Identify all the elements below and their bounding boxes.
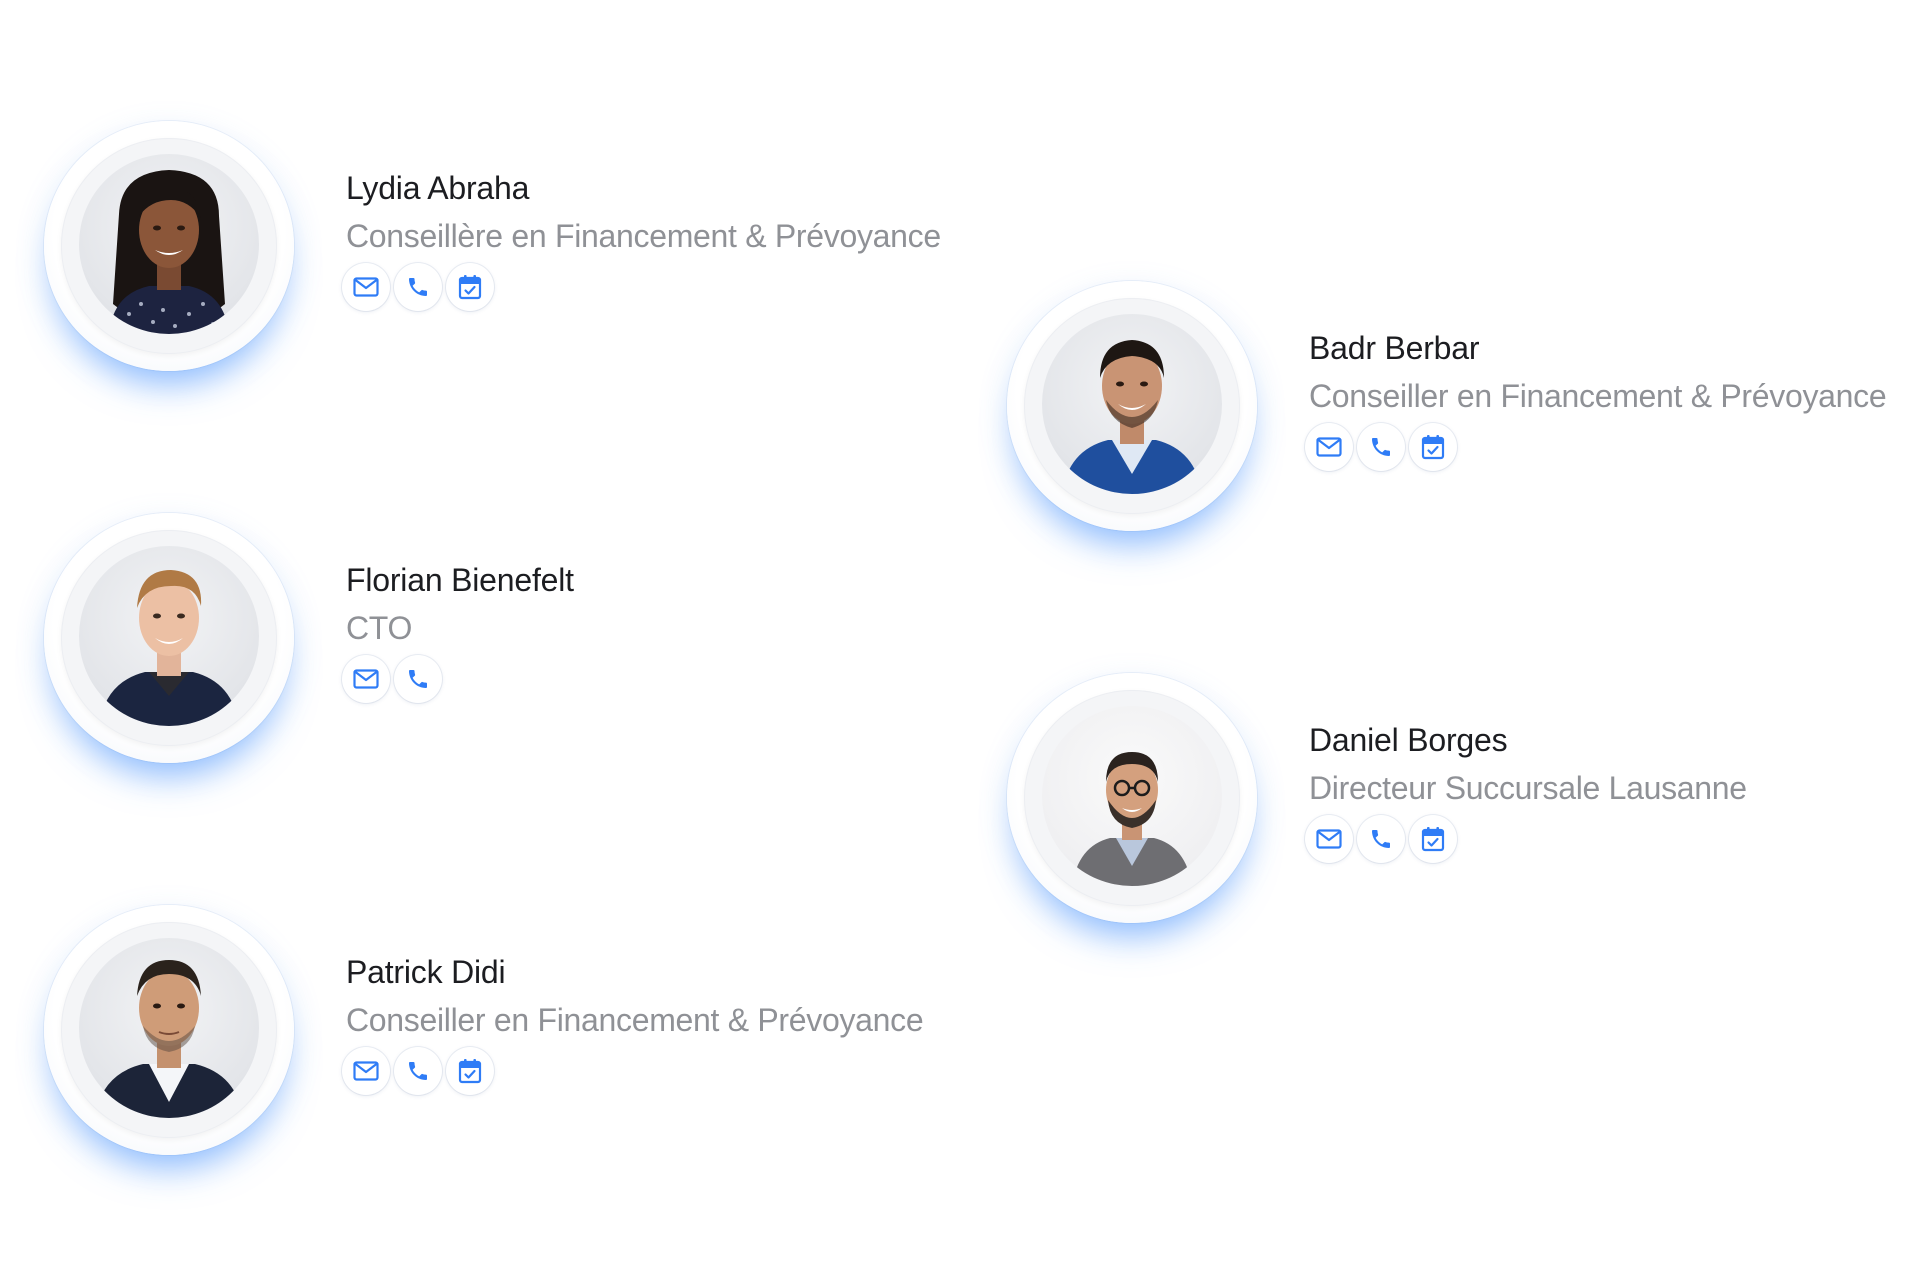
member-name: Daniel Borges: [1309, 722, 1508, 758]
member-info: Daniel Borges Directeur Succursale Lausa…: [1305, 721, 1747, 863]
avatar-frame: [44, 905, 294, 1155]
avatar: [79, 154, 259, 334]
avatar-frame: [44, 513, 294, 763]
member-info: Florian Bienefelt CTO: [342, 561, 574, 703]
team-member-card: Florian Bienefelt CTO: [44, 513, 904, 793]
email-button[interactable]: [1305, 815, 1353, 863]
member-name: Florian Bienefelt: [346, 562, 574, 598]
portrait-photo: [1072, 752, 1192, 886]
avatar-frame: [1007, 281, 1257, 531]
phone-button[interactable]: [394, 263, 442, 311]
avatar: [79, 546, 259, 726]
mail-icon: [353, 277, 379, 297]
calendar-button[interactable]: [1409, 423, 1457, 471]
contact-actions: [1305, 423, 1886, 471]
avatar-frame: [44, 121, 294, 371]
mail-icon: [353, 669, 379, 689]
mail-icon: [1316, 829, 1342, 849]
avatar: [79, 938, 259, 1118]
avatar-frame: [1007, 673, 1257, 923]
calendar-icon: [458, 275, 482, 300]
email-button[interactable]: [342, 263, 390, 311]
member-role: Directeur Succursale Lausanne: [1309, 770, 1747, 806]
calendar-icon: [1421, 827, 1445, 852]
phone-icon: [409, 670, 427, 688]
member-role: Conseillère en Financement & Prévoyance: [346, 218, 941, 254]
member-role: Conseiller en Financement & Prévoyance: [346, 1002, 924, 1038]
mail-icon: [1316, 437, 1342, 457]
member-info: Lydia Abraha Conseillère en Financement …: [342, 169, 941, 311]
calendar-button[interactable]: [446, 263, 494, 311]
contact-actions: [342, 263, 941, 311]
avatar: [1042, 314, 1222, 494]
contact-actions: [1305, 815, 1747, 863]
phone-icon: [1372, 438, 1390, 456]
member-info: Badr Berbar Conseiller en Financement & …: [1305, 329, 1887, 471]
team-member-card: Patrick Didi Conseiller en Financement &…: [44, 905, 924, 1185]
calendar-icon: [1421, 435, 1445, 460]
contact-actions: [342, 655, 574, 703]
phone-icon: [409, 278, 427, 296]
email-button[interactable]: [342, 1047, 390, 1095]
email-button[interactable]: [342, 655, 390, 703]
member-role: CTO: [346, 610, 413, 646]
phone-button[interactable]: [394, 655, 442, 703]
calendar-icon: [458, 1059, 482, 1084]
portrait-photo: [95, 960, 243, 1118]
team-page: Lydia Abraha Conseillère en Financement …: [0, 0, 1920, 1279]
member-role: Conseiller en Financement & Prévoyance: [1309, 378, 1887, 414]
contact-actions: [342, 1047, 923, 1095]
member-name: Badr Berbar: [1309, 330, 1480, 366]
email-button[interactable]: [1305, 423, 1353, 471]
avatar: [1042, 706, 1222, 886]
team-member-card: Badr Berbar Conseiller en Financement & …: [1007, 281, 1887, 561]
calendar-button[interactable]: [1409, 815, 1457, 863]
mail-icon: [353, 1061, 379, 1081]
portrait-photo: [99, 570, 239, 726]
portrait-photo: [109, 170, 229, 334]
phone-icon: [409, 1062, 427, 1080]
phone-button[interactable]: [1357, 815, 1405, 863]
calendar-button[interactable]: [446, 1047, 494, 1095]
member-name: Patrick Didi: [346, 954, 506, 990]
team-member-card: Daniel Borges Directeur Succursale Lausa…: [1007, 673, 1867, 953]
phone-button[interactable]: [1357, 423, 1405, 471]
phone-icon: [1372, 830, 1390, 848]
member-info: Patrick Didi Conseiller en Financement &…: [342, 953, 924, 1095]
phone-button[interactable]: [394, 1047, 442, 1095]
portrait-photo: [1062, 340, 1202, 494]
team-member-card: Lydia Abraha Conseillère en Financement …: [44, 121, 941, 401]
member-name: Lydia Abraha: [346, 170, 530, 206]
